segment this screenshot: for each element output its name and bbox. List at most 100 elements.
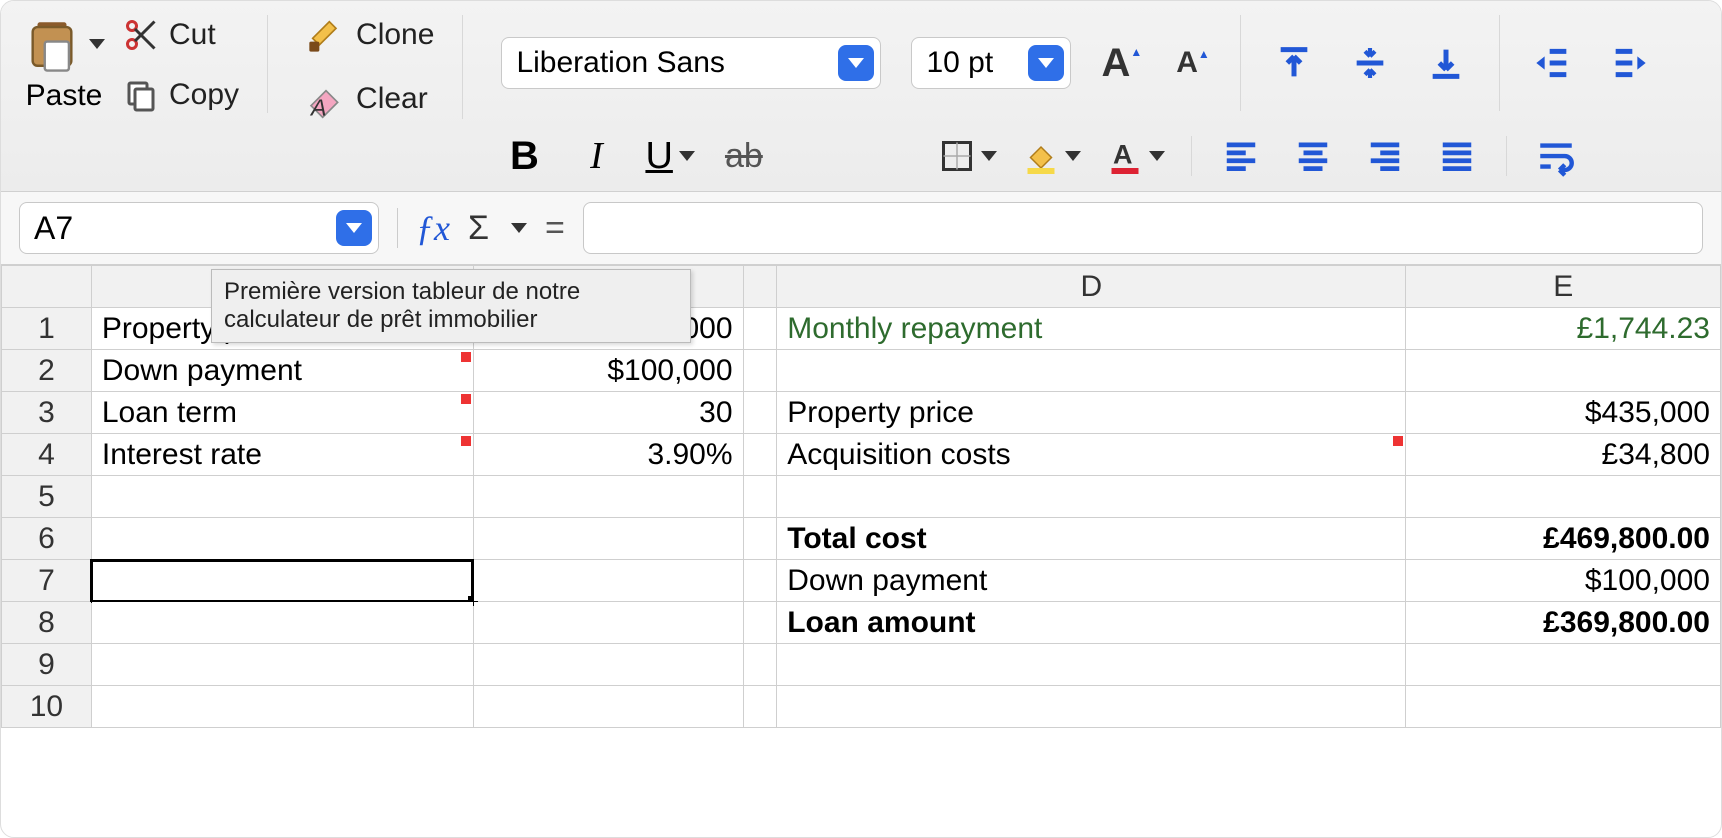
formula-input[interactable] bbox=[583, 202, 1703, 254]
cell-B4[interactable]: 3.90% bbox=[473, 434, 743, 476]
cell-A8[interactable] bbox=[91, 602, 473, 644]
cell-B2[interactable]: $100,000 bbox=[473, 350, 743, 392]
comment-indicator-icon[interactable] bbox=[461, 352, 471, 362]
shrink-font-button[interactable]: A▲ bbox=[1172, 46, 1210, 80]
cell-E9[interactable] bbox=[1406, 644, 1721, 686]
cell-C9[interactable] bbox=[743, 644, 777, 686]
decrease-indent-button[interactable] bbox=[1606, 40, 1652, 86]
cell-C4[interactable] bbox=[743, 434, 777, 476]
row-header[interactable]: 1 bbox=[2, 308, 92, 350]
cell-B5[interactable] bbox=[473, 476, 743, 518]
cell-D4[interactable]: Acquisition costs bbox=[777, 434, 1406, 476]
col-header-D[interactable]: D bbox=[777, 266, 1406, 308]
cell-B3[interactable]: 30 bbox=[473, 392, 743, 434]
strikethrough-button[interactable]: ab bbox=[721, 133, 767, 179]
row-header[interactable]: 4 bbox=[2, 434, 92, 476]
align-middle-button[interactable] bbox=[1347, 40, 1393, 86]
cell-C3[interactable] bbox=[743, 392, 777, 434]
cell-D2[interactable] bbox=[777, 350, 1406, 392]
cell-A10[interactable] bbox=[91, 686, 473, 728]
comment-indicator-icon[interactable] bbox=[461, 394, 471, 404]
cell-A6[interactable] bbox=[91, 518, 473, 560]
cell-D9[interactable] bbox=[777, 644, 1406, 686]
cell-E5[interactable] bbox=[1406, 476, 1721, 518]
cell-D3[interactable]: Property price bbox=[777, 392, 1406, 434]
name-box[interactable]: A7 bbox=[19, 202, 379, 254]
cell-C6[interactable] bbox=[743, 518, 777, 560]
clear-button[interactable]: A Clear bbox=[306, 79, 434, 119]
align-justify-button[interactable] bbox=[1434, 133, 1480, 179]
cell-A9[interactable] bbox=[91, 644, 473, 686]
grow-font-button[interactable]: A▲ bbox=[1101, 41, 1142, 86]
cell-C10[interactable] bbox=[743, 686, 777, 728]
cell-D10[interactable] bbox=[777, 686, 1406, 728]
cell-A7[interactable] bbox=[91, 560, 473, 602]
row-header[interactable]: 6 bbox=[2, 518, 92, 560]
underline-button[interactable]: U bbox=[645, 133, 694, 179]
sum-button[interactable]: Σ bbox=[468, 209, 489, 248]
italic-button[interactable]: I bbox=[573, 133, 619, 179]
cell-D1[interactable]: Monthly repayment bbox=[777, 308, 1406, 350]
cell-A3[interactable]: Loan term bbox=[91, 392, 473, 434]
cell-B9[interactable] bbox=[473, 644, 743, 686]
select-all-corner[interactable] bbox=[2, 266, 92, 308]
align-left-button[interactable] bbox=[1218, 133, 1264, 179]
row-header[interactable]: 10 bbox=[2, 686, 92, 728]
cell-E6[interactable]: £469,800.00 bbox=[1406, 518, 1721, 560]
row-header[interactable]: 8 bbox=[2, 602, 92, 644]
chevron-down-icon[interactable] bbox=[336, 210, 372, 246]
fx-icon[interactable]: ƒx bbox=[416, 207, 450, 249]
cell-D5[interactable] bbox=[777, 476, 1406, 518]
cell-C1[interactable] bbox=[743, 308, 777, 350]
comment-indicator-icon[interactable] bbox=[461, 436, 471, 446]
font-name-combo[interactable]: Liberation Sans bbox=[501, 37, 881, 89]
copy-button[interactable]: Copy bbox=[123, 77, 239, 113]
cell-D8[interactable]: Loan amount bbox=[777, 602, 1406, 644]
align-right-button[interactable] bbox=[1362, 133, 1408, 179]
cell-E10[interactable] bbox=[1406, 686, 1721, 728]
align-center-button[interactable] bbox=[1290, 133, 1336, 179]
row-header[interactable]: 9 bbox=[2, 644, 92, 686]
cell-B6[interactable] bbox=[473, 518, 743, 560]
row-header[interactable]: 7 bbox=[2, 560, 92, 602]
increase-indent-button[interactable] bbox=[1530, 40, 1576, 86]
cell-B10[interactable] bbox=[473, 686, 743, 728]
cell-A5[interactable] bbox=[91, 476, 473, 518]
cell-C7[interactable] bbox=[743, 560, 777, 602]
row-header[interactable]: 2 bbox=[2, 350, 92, 392]
cell-C2[interactable] bbox=[743, 350, 777, 392]
cell-E2[interactable] bbox=[1406, 350, 1721, 392]
cell-E7[interactable]: $100,000 bbox=[1406, 560, 1721, 602]
col-header-E[interactable]: E bbox=[1406, 266, 1721, 308]
clone-button[interactable]: Clone bbox=[306, 15, 434, 55]
fill-color-button[interactable] bbox=[1023, 133, 1081, 179]
font-color-button[interactable]: A bbox=[1107, 133, 1165, 179]
align-top-button[interactable] bbox=[1271, 40, 1317, 86]
cell-B7[interactable] bbox=[473, 560, 743, 602]
cell-E8[interactable]: £369,800.00 bbox=[1406, 602, 1721, 644]
cell-E1[interactable]: £1,744.23 bbox=[1406, 308, 1721, 350]
align-bottom-button[interactable] bbox=[1423, 40, 1469, 86]
chevron-down-icon[interactable] bbox=[838, 45, 874, 81]
comment-indicator-icon[interactable] bbox=[1393, 436, 1403, 446]
paste-button[interactable] bbox=[23, 15, 105, 73]
cell-D7[interactable]: Down payment bbox=[777, 560, 1406, 602]
cell-E3[interactable]: $435,000 bbox=[1406, 392, 1721, 434]
cell-D6[interactable]: Total cost bbox=[777, 518, 1406, 560]
cell-A2[interactable]: Down payment bbox=[91, 350, 473, 392]
cell-C8[interactable] bbox=[743, 602, 777, 644]
bold-button[interactable]: B bbox=[501, 133, 547, 179]
font-size-combo[interactable]: 10 pt bbox=[911, 37, 1071, 89]
row-header[interactable]: 5 bbox=[2, 476, 92, 518]
cell-A4[interactable]: Interest rate bbox=[91, 434, 473, 476]
chevron-down-icon[interactable] bbox=[1028, 45, 1064, 81]
cell-B8[interactable] bbox=[473, 602, 743, 644]
cut-button[interactable]: Cut bbox=[123, 17, 239, 53]
row-header[interactable]: 3 bbox=[2, 392, 92, 434]
formula-equals-button[interactable]: = bbox=[545, 209, 565, 248]
borders-button[interactable] bbox=[939, 133, 997, 179]
cell-E4[interactable]: £34,800 bbox=[1406, 434, 1721, 476]
wrap-text-button[interactable] bbox=[1533, 133, 1579, 179]
col-header-C[interactable] bbox=[743, 266, 777, 308]
cell-C5[interactable] bbox=[743, 476, 777, 518]
